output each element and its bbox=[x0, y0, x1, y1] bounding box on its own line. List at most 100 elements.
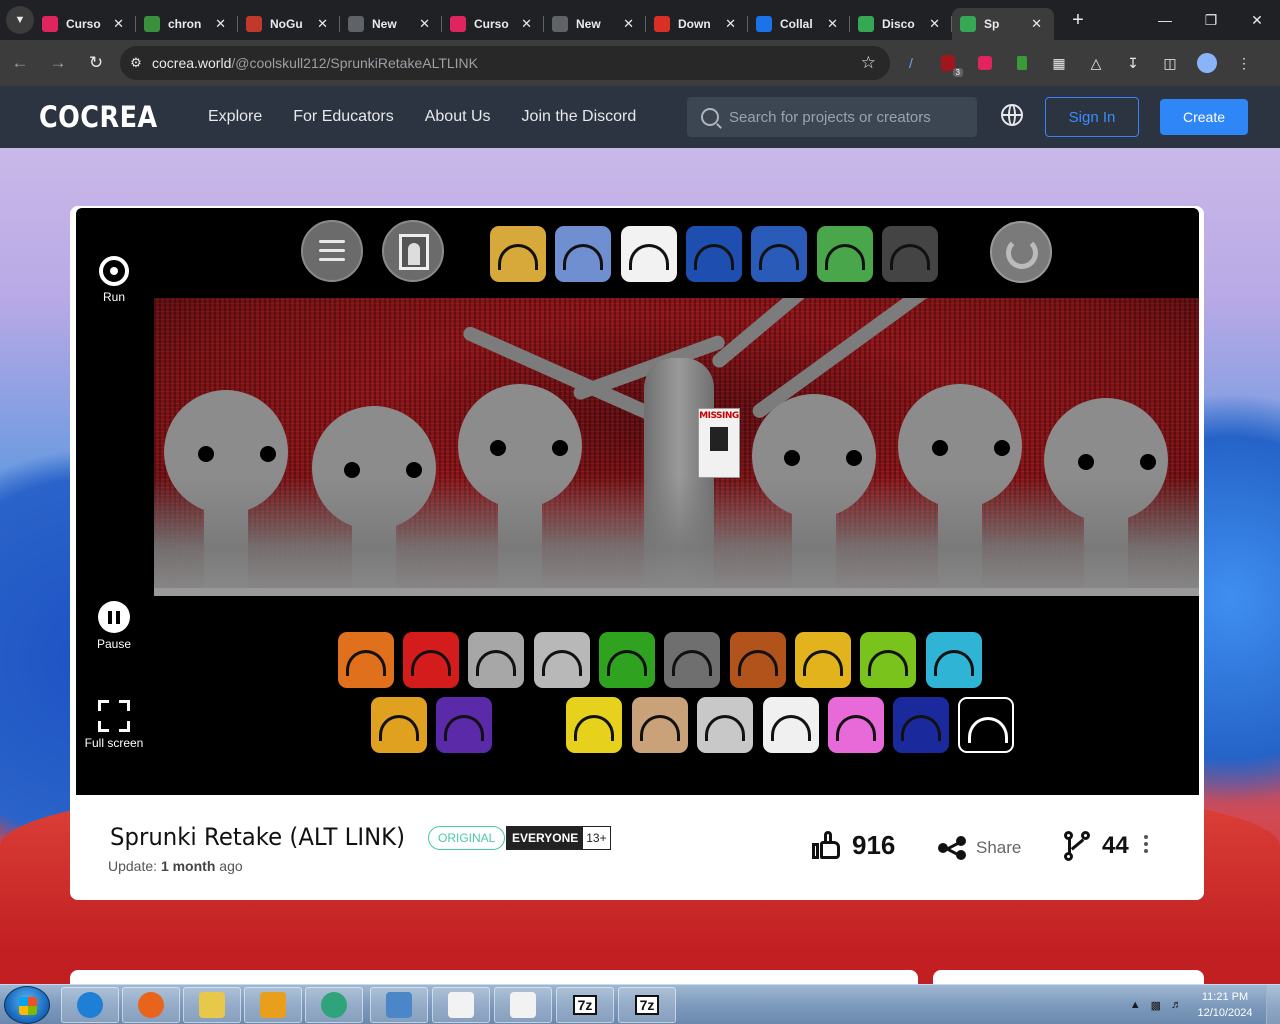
red-spiky-icon[interactable] bbox=[403, 632, 459, 688]
pink-bunny-icon[interactable] bbox=[828, 697, 884, 753]
yellow-bed-icon[interactable] bbox=[795, 632, 851, 688]
start-button[interactable] bbox=[4, 986, 50, 1024]
gray-antenna-icon[interactable] bbox=[468, 632, 524, 688]
new-tab-button[interactable]: + bbox=[1064, 9, 1092, 32]
purple-horns-icon[interactable] bbox=[436, 697, 492, 753]
yellow-crown-icon[interactable] bbox=[490, 226, 546, 282]
labs-flask-icon[interactable]: △ bbox=[1083, 48, 1109, 78]
blue-crown-icon[interactable] bbox=[686, 226, 742, 282]
language-globe-icon[interactable] bbox=[1001, 104, 1023, 126]
game-scene[interactable]: MISSING bbox=[154, 298, 1199, 596]
lime-spiky-icon[interactable] bbox=[860, 632, 916, 688]
project-stage[interactable]: Run Pause Full screen MISSING bbox=[76, 208, 1199, 795]
bench-icon[interactable] bbox=[958, 697, 1014, 753]
profile-avatar-icon[interactable] bbox=[1194, 48, 1220, 78]
close-window-button[interactable]: ✕ bbox=[1234, 0, 1280, 40]
7zip-icon[interactable]: 7z bbox=[556, 987, 614, 1023]
green-extension-icon[interactable] bbox=[1009, 48, 1035, 78]
brown-tophat-icon[interactable] bbox=[730, 632, 786, 688]
notebook-icon[interactable] bbox=[621, 226, 677, 282]
browser-tab[interactable]: Sp ✕ bbox=[952, 8, 1054, 40]
sign-in-button[interactable]: Sign In bbox=[1045, 97, 1139, 137]
white-cat-icon[interactable] bbox=[763, 697, 819, 753]
bookmark-star-icon[interactable]: ☆ bbox=[861, 53, 876, 73]
nav-for-educators[interactable]: For Educators bbox=[293, 108, 393, 126]
back-button[interactable]: ← bbox=[2, 45, 38, 81]
close-tab-icon[interactable]: ✕ bbox=[317, 16, 328, 32]
green-leaf-icon[interactable] bbox=[599, 632, 655, 688]
game-frame-button[interactable] bbox=[382, 220, 444, 282]
download-icon[interactable]: ↧ bbox=[1120, 48, 1146, 78]
reload-button[interactable]: ↻ bbox=[78, 45, 114, 81]
propeller-cap-icon[interactable] bbox=[697, 697, 753, 753]
firefox-icon[interactable] bbox=[122, 987, 180, 1023]
browser-tab[interactable]: NoGu ✕ bbox=[238, 8, 340, 40]
address-bar[interactable]: ⚙ cocrea.world/@coolskull212/SprunkiReta… bbox=[120, 46, 890, 80]
blue-dome-icon[interactable] bbox=[555, 226, 611, 282]
close-tab-icon[interactable]: ✕ bbox=[521, 16, 532, 32]
side-panel-icon[interactable]: ◫ bbox=[1157, 48, 1183, 78]
browser-tab[interactable]: chron ✕ bbox=[136, 8, 238, 40]
create-button[interactable]: Create bbox=[1160, 99, 1248, 135]
game-menu-button[interactable] bbox=[301, 220, 363, 282]
system-clock[interactable]: 11:21 PM 12/10/2024 bbox=[1192, 989, 1258, 1021]
like-button[interactable]: 916 bbox=[812, 830, 895, 861]
close-tab-icon[interactable]: ✕ bbox=[827, 16, 838, 32]
ie-icon[interactable] bbox=[61, 987, 119, 1023]
gray-cat-icon[interactable] bbox=[664, 632, 720, 688]
tan-hat-icon[interactable] bbox=[632, 697, 688, 753]
yellow-lightning-icon[interactable] bbox=[566, 697, 622, 753]
document-icon[interactable] bbox=[432, 987, 490, 1023]
chrome-menu-icon[interactable]: ⋮ bbox=[1231, 48, 1257, 78]
game-reset-button[interactable] bbox=[990, 221, 1052, 283]
cocrea-logo[interactable]: COCREA bbox=[39, 100, 158, 134]
network-icon[interactable]: ▩ bbox=[1151, 999, 1161, 1012]
navy-dome-icon[interactable] bbox=[893, 697, 949, 753]
browser-tab[interactable]: Down ✕ bbox=[646, 8, 748, 40]
tray-arrow-icon[interactable]: ▲ bbox=[1130, 999, 1141, 1011]
close-tab-icon[interactable]: ✕ bbox=[113, 16, 124, 32]
close-tab-icon[interactable]: ✕ bbox=[725, 16, 736, 32]
fullscreen-control[interactable]: Full screen bbox=[76, 700, 152, 750]
control-panel-icon[interactable] bbox=[370, 987, 428, 1023]
ublock-extension-icon[interactable]: 3 bbox=[935, 48, 963, 78]
search-input[interactable]: Search for projects or creators bbox=[687, 97, 977, 137]
nav-explore[interactable]: Explore bbox=[208, 108, 262, 126]
document-icon[interactable] bbox=[494, 987, 552, 1023]
red-hat-icon[interactable] bbox=[751, 226, 807, 282]
forward-button[interactable]: → bbox=[40, 45, 76, 81]
remix-button[interactable]: 44 bbox=[1064, 831, 1129, 861]
restore-button[interactable]: ❐ bbox=[1188, 0, 1234, 40]
more-options-icon[interactable] bbox=[1144, 835, 1150, 856]
explorer-icon[interactable] bbox=[183, 987, 241, 1023]
close-tab-icon[interactable]: ✕ bbox=[215, 16, 226, 32]
nav-join-discord[interactable]: Join the Discord bbox=[522, 108, 637, 126]
pen-extension-icon[interactable]: / bbox=[898, 48, 924, 78]
share-button[interactable]: Share bbox=[938, 836, 1021, 860]
puzzle-extensions-icon[interactable]: ▦ bbox=[1046, 48, 1072, 78]
volume-icon[interactable]: ♬ bbox=[1171, 999, 1182, 1011]
media-player-icon[interactable] bbox=[244, 987, 302, 1023]
tab-search-button[interactable]: ▼ bbox=[6, 6, 34, 34]
close-tab-icon[interactable]: ✕ bbox=[929, 16, 940, 32]
cursor-extension-icon[interactable] bbox=[972, 48, 998, 78]
orange-character-icon[interactable] bbox=[338, 632, 394, 688]
run-control[interactable]: Run bbox=[76, 256, 152, 304]
pause-control[interactable]: Pause bbox=[76, 601, 152, 651]
chrome-icon[interactable] bbox=[305, 987, 363, 1023]
close-tab-icon[interactable]: ✕ bbox=[1031, 16, 1042, 32]
browser-tab[interactable]: New ✕ bbox=[544, 8, 646, 40]
browser-tab[interactable]: Curso ✕ bbox=[34, 8, 136, 40]
gold-star-icon[interactable] bbox=[371, 697, 427, 753]
cat-cap-icon[interactable] bbox=[882, 226, 938, 282]
show-desktop-button[interactable] bbox=[1266, 985, 1280, 1024]
site-info-icon[interactable]: ⚙ bbox=[120, 55, 152, 71]
nav-about-us[interactable]: About Us bbox=[425, 108, 491, 126]
close-tab-icon[interactable]: ✕ bbox=[623, 16, 634, 32]
cyan-headphones-icon[interactable] bbox=[926, 632, 982, 688]
close-tab-icon[interactable]: ✕ bbox=[419, 16, 430, 32]
browser-tab[interactable]: New ✕ bbox=[340, 8, 442, 40]
green-monsters-icon[interactable] bbox=[817, 226, 873, 282]
browser-tab[interactable]: Collal ✕ bbox=[748, 8, 850, 40]
minimize-button[interactable]: — bbox=[1142, 0, 1188, 40]
